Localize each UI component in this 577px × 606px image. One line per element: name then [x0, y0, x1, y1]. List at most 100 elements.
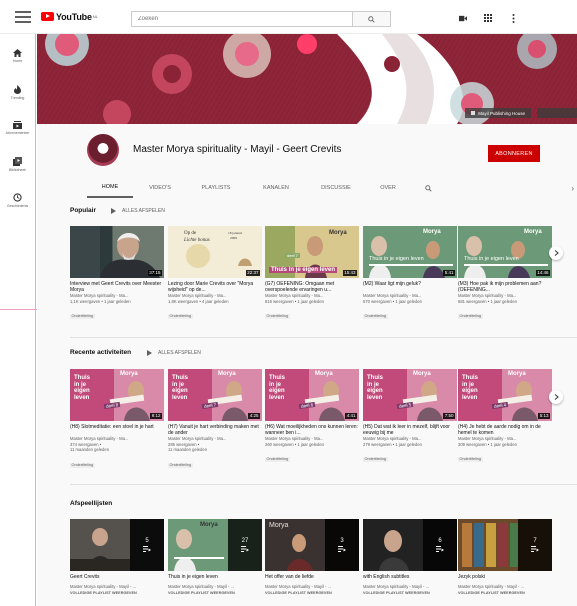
chevron-right-icon[interactable]: › — [571, 184, 574, 193]
playlist-card[interactable]: 6 with English subtitles Master Morya spir… — [363, 519, 457, 595]
hamburger-menu-icon[interactable] — [15, 10, 31, 23]
channel-title: Master Morya spirituality - Mayil - Geer… — [133, 144, 342, 155]
video-title[interactable]: (H7) Vanuit je hart verbinding maken met… — [168, 424, 262, 436]
playlist-title[interactable]: Jezyk polski — [458, 574, 552, 581]
video-title[interactable]: (H5) Dat wat ik leer in mezelf, blijft v… — [363, 424, 457, 436]
tab-about[interactable]: OVER — [365, 178, 411, 198]
video-title[interactable]: (H4) Je hebt de aarde nodig om in de hem… — [458, 424, 552, 436]
tab-search[interactable] — [411, 178, 445, 198]
view-full-playlist-link[interactable]: VOLLEDIGE PLAYLIST WEERGEVEN — [168, 591, 262, 595]
video-meta: 1,8K weergaven • 4 jaar geleden — [168, 298, 229, 304]
video-card[interactable]: Morya Thuis in je eigen leven deel 8 9:12 (H8) … — [70, 369, 164, 471]
thumb-caption: deel 7 — [285, 253, 300, 258]
video-card[interactable]: Morya Thuis in je eigen leven deel 6 4:41 (H6) … — [265, 369, 359, 465]
view-full-playlist-link[interactable]: VOLLEDIGE PLAYLIST WEERGEVEN — [70, 591, 164, 595]
sidebar-item-home[interactable]: Home — [0, 40, 35, 72]
video-thumbnail[interactable]: Morya deel 7 Thuis in je eigen leven 15:… — [265, 226, 359, 278]
video-title[interactable]: (H6) Wat moeilijkheden ons kunnen leren:… — [265, 424, 359, 436]
playlist-thumbnail[interactable]: 5 — [70, 519, 164, 571]
video-card[interactable]: Morya Thuis in je eigen leven 14:46 (M3)… — [458, 226, 552, 322]
tab-home[interactable]: HOME — [87, 178, 133, 198]
subtitles-badge: Ondertiteling — [458, 457, 483, 462]
view-full-playlist-link[interactable]: VOLLEDIGE PLAYLIST WEERGEVEN — [363, 591, 457, 595]
view-full-playlist-link[interactable]: VOLLEDIGE PLAYLIST WEERGEVEN — [458, 591, 552, 595]
playlist-card[interactable]: Morya 3 Het offer van de liefde Master Mory… — [265, 519, 359, 595]
video-thumbnail[interactable]: Morya Thuis in je eigen leven deel 5 7:50 — [363, 369, 457, 421]
video-card[interactable]: Morya Thuis in je eigen leven 5:41 (M2) … — [363, 226, 457, 322]
chevron-right-icon — [554, 394, 559, 400]
video-title[interactable]: (M2) Waar ligt mijn geluk? — [363, 281, 457, 293]
video-thumbnail[interactable]: Op de Lichte bonus 18 januari 2009 22:37 — [168, 226, 262, 278]
create-video-icon[interactable] — [459, 14, 467, 22]
video-title[interactable]: Lezing door Marie Crevits over "Morya wi… — [168, 281, 262, 293]
video-thumbnail[interactable]: Morya Thuis in je eigen leven 5:41 — [363, 226, 457, 278]
thumb-caption: Thuis in je eigen leven — [462, 375, 478, 401]
playlist-thumbnail[interactable]: 6 — [363, 519, 457, 571]
playlist-title[interactable]: Geert Crevits — [70, 574, 164, 581]
view-full-playlist-link[interactable]: VOLLEDIGE PLAYLIST WEERGEVEN — [265, 591, 359, 595]
playlist-card[interactable]: 5 Geert Crevits Master Morya spirituality … — [70, 519, 164, 595]
subtitles-badge: Ondertiteling — [363, 314, 388, 319]
playlist-thumbnail[interactable]: Morya 27 — [168, 519, 262, 571]
sidebar-item-trending[interactable]: Trending — [0, 76, 35, 108]
subscribe-button[interactable]: ABONNEREN — [488, 145, 540, 162]
video-thumbnail[interactable]: Morya Thuis in je eigen leven deel 7 4:25 — [168, 369, 262, 421]
tab-discussion[interactable]: DISCUSSIE — [307, 178, 365, 198]
tab-channels[interactable]: KANALEN — [245, 178, 307, 198]
video-card[interactable]: Morya Thuis in je eigen leven deel 4 5:13 (H4) … — [458, 369, 552, 465]
sidebar-item-history[interactable]: Geschiedenis — [0, 184, 35, 216]
playlist-title[interactable]: with English subtitles — [363, 574, 457, 581]
playlist-title[interactable]: Het offer van de liefde — [265, 574, 359, 581]
tab-playlists[interactable]: PLAYLISTS — [187, 178, 245, 198]
video-thumbnail[interactable]: 37:15 — [70, 226, 164, 278]
video-card[interactable]: Morya Thuis in je eigen leven deel 5 7:50 (H5) … — [363, 369, 457, 465]
video-thumbnail[interactable]: Morya Thuis in je eigen leven deel 4 5:13 — [458, 369, 552, 421]
playlist-channel[interactable]: Master Morya spirituality - Mayil - ... — [168, 584, 262, 590]
tab-videos[interactable]: VIDEO'S — [133, 178, 187, 198]
subtitles-badge: Ondertiteling — [168, 314, 193, 319]
search-input[interactable] — [132, 12, 352, 26]
video-thumbnail[interactable]: Morya Thuis in je eigen leven deel 8 9:12 — [70, 369, 164, 421]
playlist-card[interactable]: Morya 27 Thuis in je eigen leven Master Mor… — [168, 519, 262, 595]
banner-link-more[interactable] — [537, 108, 577, 118]
search-button[interactable] — [352, 12, 390, 26]
video-title[interactable]: (G7) OEFENING: Omgaan met overspoelende … — [265, 281, 359, 293]
video-title[interactable]: (H8) Slotmeditatie: een stoel in je hart — [70, 424, 164, 436]
playlist-icon — [338, 546, 346, 552]
search-icon — [424, 184, 432, 192]
thumb-caption: 18 januari — [228, 231, 243, 235]
youtube-logo[interactable]: YouTube NL — [41, 12, 98, 22]
playlist-channel[interactable]: Master Morya spirituality - Mayil - ... — [265, 584, 359, 590]
thumb-caption: Thuis in je eigen leven — [269, 267, 338, 273]
video-thumbnail[interactable]: Morya Thuis in je eigen leven 14:46 — [458, 226, 552, 278]
playlist-thumbnail[interactable]: Morya 3 — [265, 519, 359, 571]
video-thumbnail[interactable]: Morya Thuis in je eigen leven deel 6 4:41 — [265, 369, 359, 421]
playlist-card[interactable]: 7 Jezyk polski Master Morya spirituality -… — [458, 519, 552, 595]
sidebar-item-library[interactable]: Bibliotheek — [0, 148, 35, 180]
video-card[interactable]: Op de Lichte bonus 18 januari 2009 22:37… — [168, 226, 262, 322]
channel-avatar[interactable] — [87, 134, 119, 166]
sidebar-item-subscriptions[interactable]: Abonnementen — [0, 112, 35, 144]
apps-grid-icon[interactable] — [484, 14, 492, 22]
playlist-channel[interactable]: Master Morya spirituality - Mayil - ... — [458, 584, 552, 590]
channel-content: Populair ALLES AFSPELEN 37:15 Interview … — [37, 198, 577, 606]
video-card[interactable]: Morya Thuis in je eigen leven deel 7 4:25 (H7) … — [168, 369, 262, 471]
video-title[interactable]: (M3) Hoe pak ik mijn problemen aan? (OEF… — [458, 281, 552, 293]
playlist-channel[interactable]: Master Morya spirituality - Mayil - ... — [363, 584, 457, 590]
video-card[interactable]: 37:15 Interview met Geert Crevits over M… — [70, 226, 164, 322]
playlist-channel[interactable]: Master Morya spirituality - Mayil - ... — [70, 584, 164, 590]
carousel-next-button[interactable] — [549, 246, 563, 260]
video-duration: 22:37 — [245, 270, 260, 276]
play-all-popular[interactable]: ALLES AFSPELEN — [111, 208, 165, 214]
carousel-next-button[interactable] — [549, 390, 563, 404]
play-all-recent[interactable]: ALLES AFSPELEN — [147, 350, 201, 356]
video-duration: 4:41 — [345, 413, 357, 419]
playlist-title[interactable]: Thuis in je eigen leven — [168, 574, 262, 581]
banner-link-mayil[interactable]: Mayil Publishing House — [465, 108, 531, 118]
video-card[interactable]: Morya deel 7 Thuis in je eigen leven 15:… — [265, 226, 359, 322]
video-title[interactable]: Interview met Geert Crevits over Meester… — [70, 281, 164, 293]
playlist-thumbnail[interactable]: 7 — [458, 519, 552, 571]
more-options-icon[interactable] — [509, 13, 517, 23]
thumb-caption: Thuis in je eigen leven — [369, 256, 424, 262]
thumb-caption: Morya — [200, 522, 218, 528]
